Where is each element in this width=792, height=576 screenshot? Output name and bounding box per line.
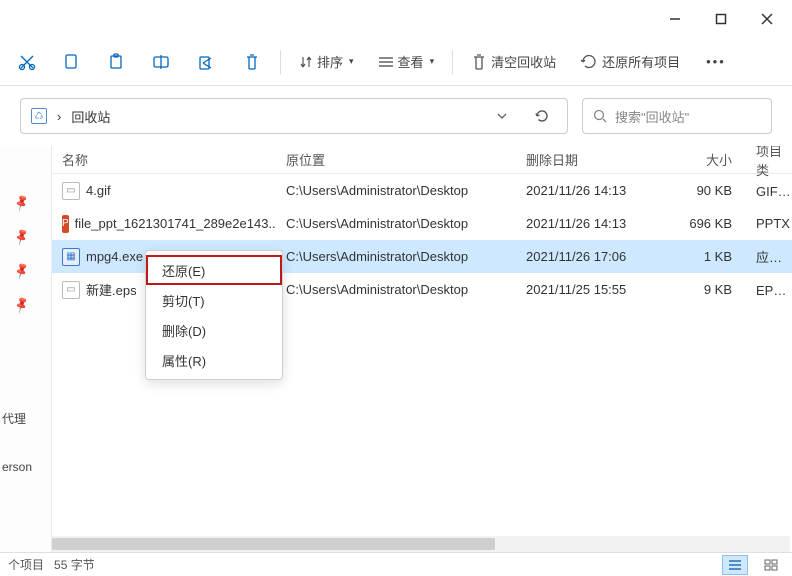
copy-tool-icon[interactable] <box>50 44 94 80</box>
ctx-restore[interactable]: 还原(E) <box>146 255 282 285</box>
col-date[interactable]: 删除日期 <box>516 150 666 169</box>
cell-date: 2021/11/26 14:13 <box>516 216 666 231</box>
trash-icon <box>471 53 487 71</box>
more-icon: ••• <box>706 54 726 69</box>
cell-size: 696 KB <box>666 216 746 231</box>
nav-pane: 📌 📌 📌 📌 代理 erson <box>0 146 52 552</box>
table-row[interactable]: ▭4.gifC:\Users\Administrator\Desktop2021… <box>52 174 792 207</box>
maximize-button[interactable] <box>698 0 744 38</box>
toolbar-separator <box>280 50 281 74</box>
cell-type: PPTX <box>746 216 792 231</box>
restore-all-label: 还原所有项目 <box>602 52 680 71</box>
sort-menu[interactable]: 排序 ▾ <box>287 44 366 80</box>
cell-name: ▭4.gif <box>52 182 276 200</box>
share-tool-icon[interactable] <box>184 44 230 80</box>
status-bar: 个项目 55 字节 <box>0 552 792 576</box>
sidebar-item-erson[interactable]: erson <box>2 460 50 474</box>
column-headers: 名称 原位置 删除日期 大小 项目类 <box>52 146 792 174</box>
paste-tool-icon[interactable] <box>94 44 138 80</box>
search-input[interactable]: 搜索"回收站" <box>582 98 772 134</box>
cell-type: GIF 文 <box>746 181 792 200</box>
table-row[interactable]: Pfile_ppt_1621301741_289e2e143...C:\User… <box>52 207 792 240</box>
pin-icon: 📌 <box>12 193 32 213</box>
breadcrumb-separator: › <box>57 109 61 124</box>
cell-location: C:\Users\Administrator\Desktop <box>276 282 516 297</box>
recycle-bin-icon: ♺ <box>31 108 47 124</box>
history-dropdown[interactable] <box>487 113 517 119</box>
pin-icon: 📌 <box>12 295 32 315</box>
cell-size: 90 KB <box>666 183 746 198</box>
status-size: 55 字节 <box>54 556 95 573</box>
col-name[interactable]: 名称 <box>52 150 276 169</box>
cell-location: C:\Users\Administrator\Desktop <box>276 216 516 231</box>
cell-size: 1 KB <box>666 249 746 264</box>
cell-location: C:\Users\Administrator\Desktop <box>276 249 516 264</box>
toolbar-separator <box>452 50 453 74</box>
col-type[interactable]: 项目类 <box>746 146 792 179</box>
close-button[interactable] <box>744 0 790 38</box>
col-location[interactable]: 原位置 <box>276 150 516 169</box>
chevron-down-icon: ▾ <box>430 56 435 67</box>
delete-tool-icon[interactable] <box>230 44 274 80</box>
chevron-down-icon: ▾ <box>349 56 354 67</box>
col-size[interactable]: 大小 <box>666 150 746 169</box>
thumbnails-view-button[interactable] <box>758 555 784 575</box>
address-row: ♺ › 回收站 搜索"回收站" <box>0 86 792 146</box>
scrollbar-thumb[interactable] <box>52 538 495 550</box>
ctx-delete[interactable]: 删除(D) <box>146 315 282 345</box>
ctx-properties[interactable]: 属性(R) <box>146 345 282 375</box>
view-label: 查看 <box>398 52 424 71</box>
restore-icon <box>580 54 598 70</box>
empty-recycle-label: 清空回收站 <box>491 52 556 71</box>
search-placeholder: 搜索"回收站" <box>615 107 689 126</box>
cell-date: 2021/11/26 17:06 <box>516 249 666 264</box>
minimize-button[interactable] <box>652 0 698 38</box>
more-menu[interactable]: ••• <box>692 44 740 80</box>
status-item-count: 个项目 <box>8 556 44 573</box>
pin-icon: 📌 <box>12 261 32 281</box>
details-view-button[interactable] <box>722 555 748 575</box>
address-bar[interactable]: ♺ › 回收站 <box>20 98 568 134</box>
cell-type: EPS 文 <box>746 280 792 299</box>
cell-date: 2021/11/26 14:13 <box>516 183 666 198</box>
sidebar-item-proxy[interactable]: 代理 <box>2 410 50 427</box>
titlebar <box>0 0 792 38</box>
cell-type: 应用程 <box>746 247 792 266</box>
cell-name: Pfile_ppt_1621301741_289e2e143... <box>52 215 276 233</box>
search-icon <box>593 109 607 123</box>
view-menu[interactable]: 查看 ▾ <box>366 44 447 80</box>
view-icon <box>378 56 394 68</box>
cut-tool-icon[interactable] <box>4 44 50 80</box>
cell-size: 9 KB <box>666 282 746 297</box>
toolbar: 排序 ▾ 查看 ▾ 清空回收站 还原所有项目 ••• <box>0 38 792 86</box>
empty-recycle-bin[interactable]: 清空回收站 <box>459 44 568 80</box>
context-menu: 还原(E) 剪切(T) 删除(D) 属性(R) <box>145 250 283 380</box>
restore-all[interactable]: 还原所有项目 <box>568 44 692 80</box>
sort-label: 排序 <box>317 52 343 71</box>
pin-icon: 📌 <box>12 227 32 247</box>
breadcrumb[interactable]: 回收站 <box>71 107 110 126</box>
refresh-button[interactable] <box>527 108 557 124</box>
horizontal-scrollbar[interactable] <box>52 536 790 552</box>
rename-tool-icon[interactable] <box>138 44 184 80</box>
ctx-cut[interactable]: 剪切(T) <box>146 285 282 315</box>
cell-location: C:\Users\Administrator\Desktop <box>276 183 516 198</box>
sort-icon <box>299 55 313 69</box>
cell-date: 2021/11/25 15:55 <box>516 282 666 297</box>
